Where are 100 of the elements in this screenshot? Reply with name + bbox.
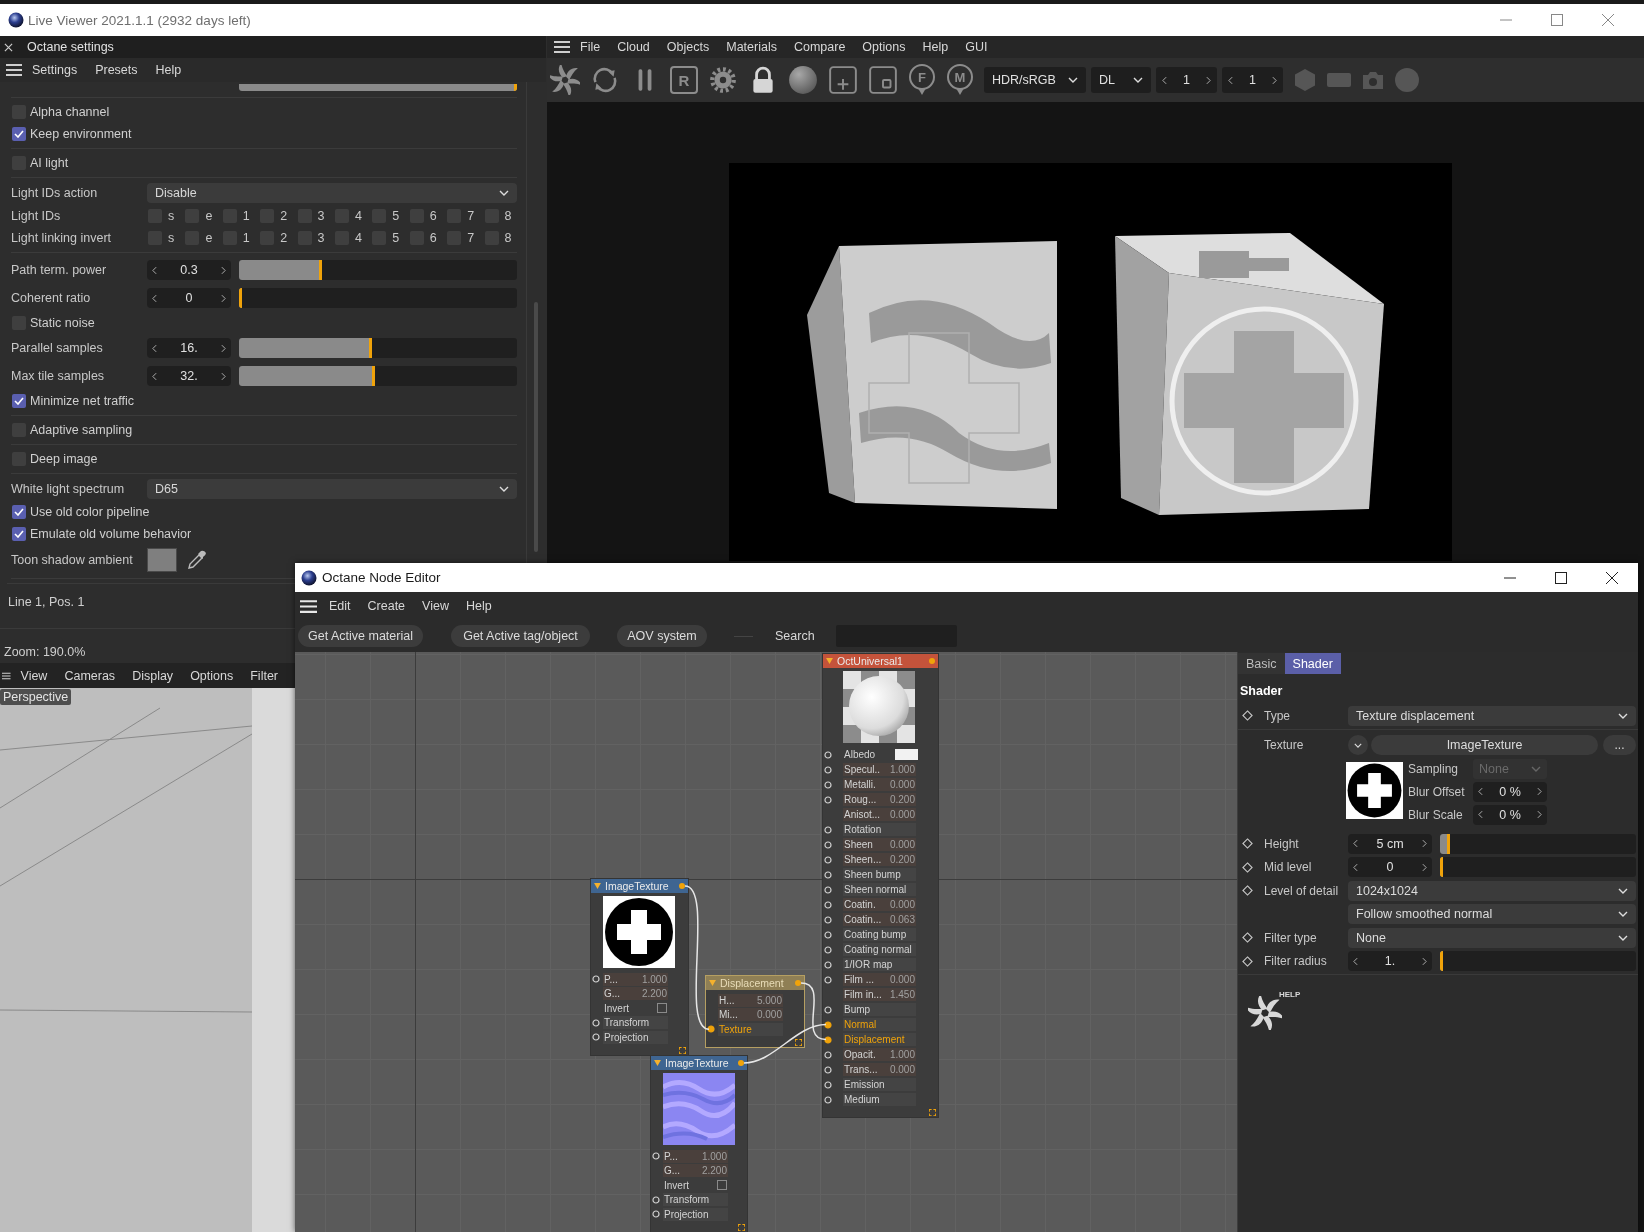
input-port-icon[interactable] <box>824 960 832 969</box>
menu-item[interactable]: Cameras <box>64 668 116 683</box>
node-input-field[interactable]: Mi... 0.000 <box>718 1008 783 1022</box>
menu-item[interactable]: View <box>20 668 48 683</box>
chevron-left-icon[interactable] <box>1478 787 1483 796</box>
dropdown[interactable]: None <box>1348 927 1636 948</box>
input-port-icon[interactable] <box>824 1020 832 1029</box>
chevron-left-icon[interactable] <box>1478 810 1483 819</box>
close-icon[interactable] <box>1606 571 1618 584</box>
slider-track[interactable] <box>239 288 517 308</box>
output-port-icon[interactable] <box>738 1060 744 1066</box>
slider-track[interactable] <box>239 338 517 358</box>
node-input-field[interactable]: Emission <box>843 1078 916 1091</box>
menu-icon[interactable] <box>554 41 570 53</box>
menu-item[interactable]: Help <box>155 63 182 77</box>
input-port-icon[interactable] <box>824 930 832 939</box>
node-input-field[interactable]: Displacement <box>843 1033 916 1046</box>
keyframe-diamond-icon[interactable] <box>1242 932 1253 944</box>
menu-item[interactable]: Settings <box>32 63 78 77</box>
node-input-field[interactable]: Transform <box>663 1193 728 1207</box>
chevron-right-icon[interactable] <box>221 265 226 275</box>
number-field[interactable]: 0 % <box>1473 804 1547 825</box>
keyframe-diamond-icon[interactable] <box>1242 710 1253 722</box>
node-input-field[interactable]: Bump <box>843 1003 916 1016</box>
keyframe-diamond-icon[interactable] <box>1242 955 1253 967</box>
chevron-right-icon[interactable] <box>1206 75 1211 85</box>
input-port-icon[interactable] <box>707 1025 715 1034</box>
chevron-right-icon[interactable] <box>221 293 226 303</box>
chevron-right-icon[interactable] <box>1422 956 1427 966</box>
pinwheel-logo-icon[interactable] <box>1248 996 1282 1030</box>
node-card[interactable] <box>822 653 939 1118</box>
menu-item[interactable]: Options <box>190 668 234 683</box>
keyframe-diamond-icon[interactable] <box>1242 838 1253 850</box>
color-swatch[interactable] <box>895 749 918 760</box>
input-port-icon[interactable] <box>824 825 832 834</box>
menu-item[interactable]: Help <box>922 40 949 54</box>
input-port-icon[interactable] <box>652 1210 660 1219</box>
input-port-icon[interactable] <box>824 1080 832 1089</box>
checkbox[interactable] <box>657 1003 667 1014</box>
menu-item[interactable]: Cloud <box>617 40 650 54</box>
node-input-field[interactable]: Transform <box>603 1016 668 1030</box>
help-label[interactable]: HELP <box>1279 990 1301 999</box>
slider-track[interactable] <box>239 260 517 280</box>
input-port-icon[interactable] <box>824 765 832 774</box>
more-button[interactable]: ... <box>1603 735 1636 756</box>
slider-fill[interactable] <box>1440 951 1443 972</box>
output-port-icon[interactable] <box>679 883 685 889</box>
node-input-field[interactable]: Medium <box>843 1093 916 1106</box>
dropdown[interactable]: HDR/sRGB <box>984 67 1086 93</box>
node-input-field[interactable]: Film ... 0.000 <box>843 973 916 986</box>
dropdown[interactable]: D65 <box>147 479 517 499</box>
slider-fill[interactable] <box>239 366 376 386</box>
chevron-left-icon[interactable] <box>152 371 157 381</box>
slider-track[interactable] <box>1440 951 1636 972</box>
node-input-field[interactable]: Sheen... 0.200 <box>843 853 916 866</box>
node-input-field[interactable]: P... 1.000 <box>603 972 668 986</box>
input-port-icon[interactable] <box>824 1095 832 1104</box>
input-port-icon[interactable] <box>824 855 832 864</box>
chevron-right-icon[interactable] <box>221 343 226 353</box>
node-input-field[interactable]: Projection <box>663 1207 728 1221</box>
resize-icon[interactable] <box>795 1038 802 1046</box>
chevron-left-icon[interactable] <box>1162 75 1167 85</box>
input-port-icon[interactable] <box>824 870 832 879</box>
resize-icon[interactable] <box>929 1109 936 1116</box>
slider-fill[interactable] <box>239 260 323 280</box>
number-field[interactable]: 0 % <box>1473 781 1547 802</box>
node-input-field[interactable]: Coating normal <box>843 943 916 956</box>
node-input-field[interactable]: Roug... 0.200 <box>843 793 916 806</box>
slider-track[interactable] <box>1440 833 1636 854</box>
dropdown[interactable]: Texture displacement <box>1348 705 1636 726</box>
input-port-icon[interactable] <box>824 780 832 789</box>
resize-icon[interactable] <box>679 1046 686 1054</box>
node-card[interactable]: ImageTexture P... 1.000 G... 2.200 Invert Transform Projection <box>650 1055 748 1232</box>
input-port-icon[interactable] <box>592 1033 600 1042</box>
input-port-icon[interactable] <box>824 840 832 849</box>
menu-item[interactable]: Compare <box>793 40 846 54</box>
input-port-icon[interactable] <box>824 750 832 759</box>
dropdown[interactable]: 1024x1024 <box>1348 880 1636 901</box>
slider-fill[interactable] <box>1440 833 1450 854</box>
node-input-field[interactable]: P... 1.000 <box>663 1149 728 1163</box>
node-input-field[interactable]: Normal <box>843 1018 916 1031</box>
node-input-field[interactable]: Sheen bump <box>843 868 916 881</box>
checkbox[interactable] <box>12 127 26 141</box>
chevron-right-icon[interactable] <box>1537 787 1542 796</box>
node-input-field[interactable]: Sheen 0.000 <box>843 838 916 851</box>
node-header[interactable]: OctUniversal1 <box>823 654 938 668</box>
input-port-icon[interactable] <box>824 795 832 804</box>
input-port-icon[interactable] <box>824 1065 832 1074</box>
menu-icon[interactable] <box>6 64 22 76</box>
collapse-triangle-icon[interactable] <box>654 1060 661 1066</box>
input-port-icon[interactable] <box>652 1152 660 1161</box>
texture-button[interactable]: ImageTexture <box>1371 735 1598 756</box>
node-input-field[interactable]: G... 2.200 <box>603 987 668 1001</box>
node-input-field[interactable]: Projection <box>603 1030 668 1044</box>
slider-fill[interactable] <box>239 338 373 358</box>
tab[interactable]: Shader <box>1284 653 1341 674</box>
square-box-icon[interactable] <box>868 65 898 95</box>
eyedropper-icon[interactable] <box>187 550 207 570</box>
dropdown[interactable]: Follow smoothed normal <box>1348 904 1636 925</box>
checkbox[interactable] <box>717 1180 727 1191</box>
